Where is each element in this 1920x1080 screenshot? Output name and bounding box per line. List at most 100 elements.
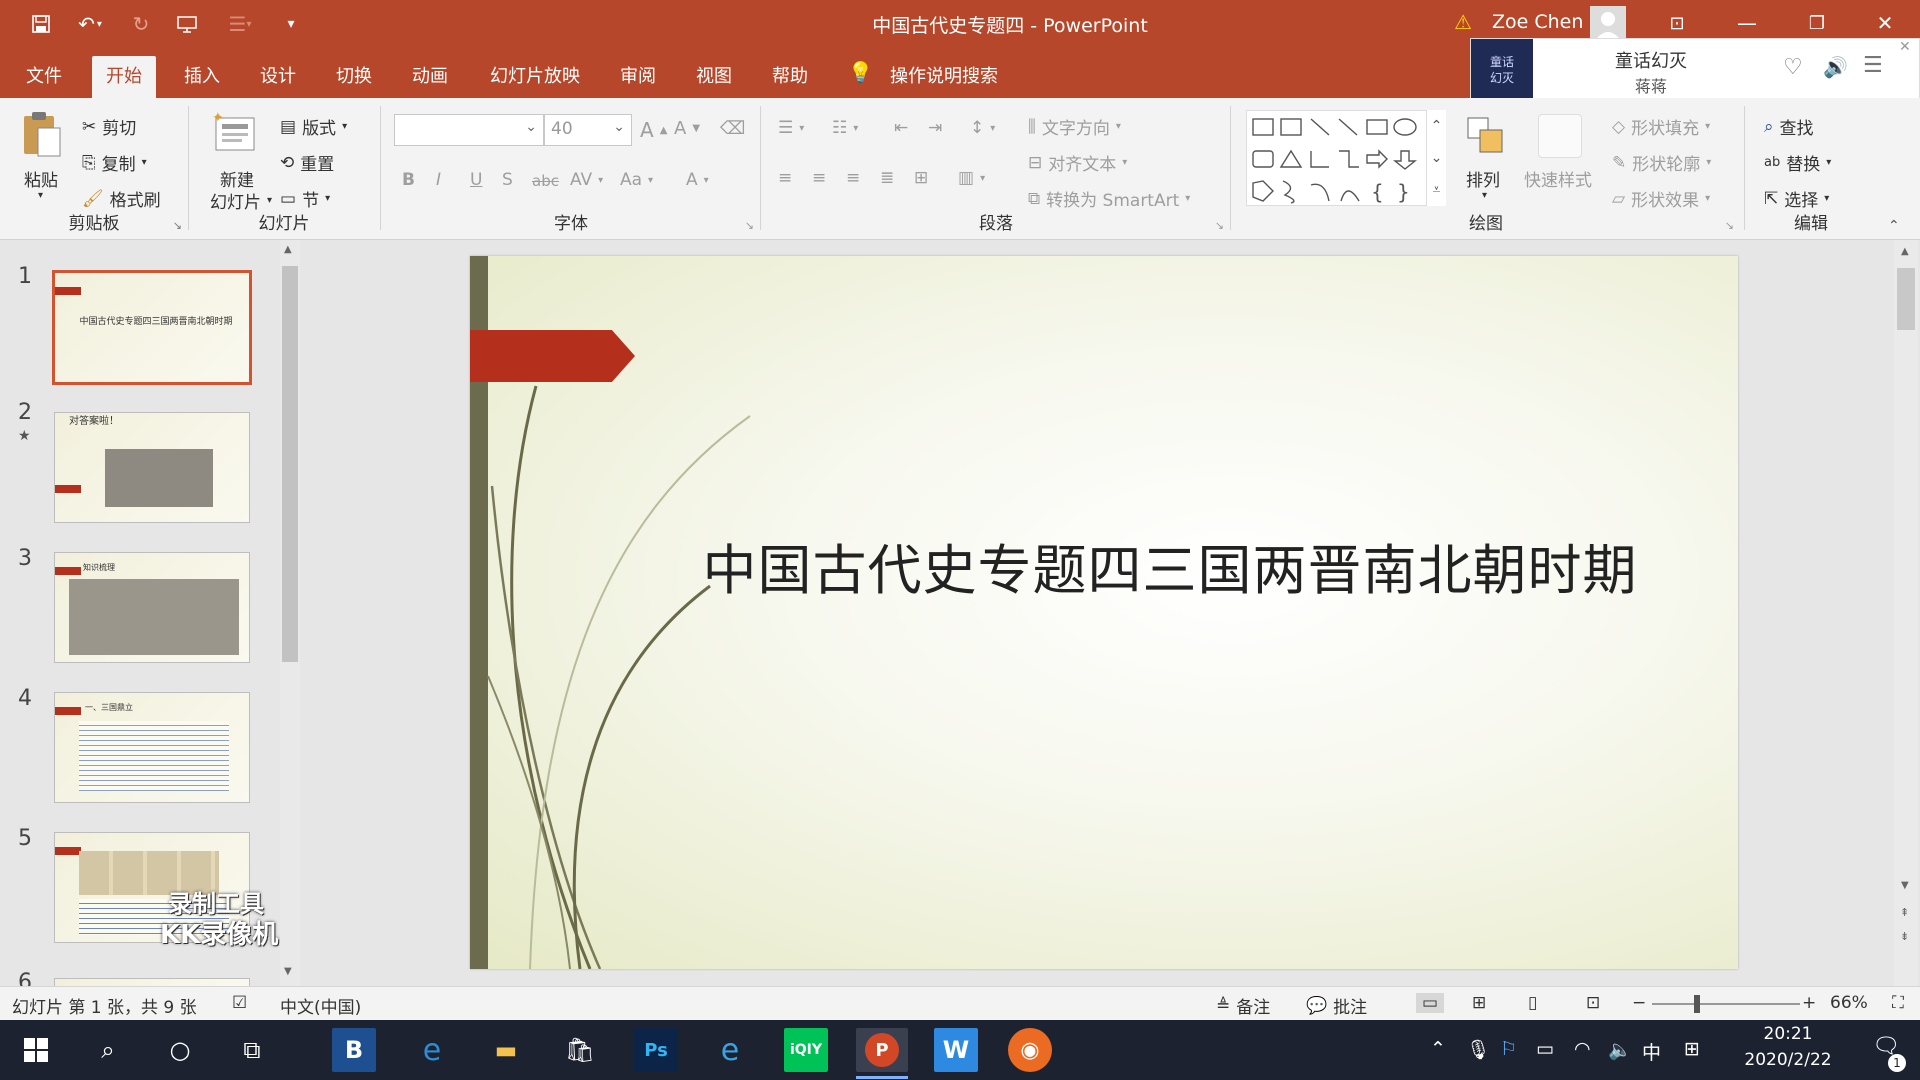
spellcheck-icon[interactable]: ☑ [232,993,247,1013]
thumbnail-slide-1[interactable]: 中国古代史专题四三国两晋南北朝时期 [52,270,252,385]
tab-transitions[interactable]: 切换 [322,56,386,98]
font-size-box[interactable]: 40 ⌄ [544,114,632,146]
undo-icon[interactable]: ↶ ▾ [70,10,110,38]
scroll-up-icon[interactable]: ▲ [284,244,292,255]
microphone-icon[interactable]: 🎙 [1466,1038,1490,1061]
font-color-button[interactable]: A ▾ [686,170,709,190]
shape-outline-button[interactable]: ✎ 形状轮廓 ▾ [1612,150,1711,176]
tab-slideshow[interactable]: 幻灯片放映 [476,56,594,98]
thumbnail-slide-6[interactable] [54,978,250,986]
heart-icon[interactable]: ♡ [1783,55,1803,80]
gallery-more-icon[interactable]: ⩡ [1433,182,1441,198]
font-launcher-icon[interactable]: ↘ [745,219,754,232]
quick-styles-label[interactable]: 快速样式 [1524,166,1592,191]
thumbnail-slide-4[interactable]: 一、三国鼎立 [54,692,250,803]
redo-icon[interactable]: ↻ [126,10,156,38]
smartart-button[interactable]: ⧉ 转换为 SmartArt ▾ [1028,186,1190,212]
tab-help[interactable]: 帮助 [758,56,822,98]
user-name[interactable]: Zoe Chen [1492,11,1583,33]
comments-button[interactable]: 💬 批注 [1306,993,1367,1019]
task-view-icon[interactable]: ⧉ [230,1028,274,1072]
align-left-icon[interactable]: ≡ [778,168,792,188]
select-button[interactable]: ⇱ 选择 ▾ [1764,186,1829,212]
ime-indicator[interactable]: 中 [1642,1038,1661,1065]
bullets-qat-icon[interactable]: ☰ ▾ [218,10,262,38]
bullets-icon[interactable]: ☰ ▾ [778,118,804,138]
line-spacing-icon[interactable]: ↕ ▾ [970,118,995,138]
paste-icon[interactable] [20,110,64,158]
collapse-ribbon-icon[interactable]: ⌃ [1888,218,1900,234]
slide-sorter-icon[interactable]: ⊞ [1472,993,1486,1013]
battery-icon[interactable]: ▭ [1536,1038,1554,1060]
align-text-button[interactable]: ⊟ 对齐文本 ▾ [1028,150,1127,176]
thumbnail-slide-2[interactable]: 对答案啦！ [54,412,250,523]
align-center-icon[interactable]: ≡ [812,168,826,188]
new-slide-icon[interactable]: ✦ [212,110,256,158]
current-slide[interactable]: 中国古代史专题四三国两晋南北朝时期 [470,256,1738,969]
tab-home[interactable]: 开始 [92,56,156,98]
layout-button[interactable]: ▤ 版式 ▾ [280,114,347,140]
notes-button[interactable]: ≜ 备注 [1216,993,1270,1019]
quick-styles-icon[interactable] [1538,114,1582,158]
clock-time[interactable]: 20:21 [1738,1024,1838,1044]
windows-start-icon[interactable] [14,1028,58,1072]
show-hidden-icons[interactable]: ⌃ [1430,1038,1446,1060]
thumbnail-scrollbar[interactable]: ▲ ▼ [280,240,300,986]
arrange-label[interactable]: 排列 [1466,166,1500,191]
scroll-thumb[interactable] [1897,268,1915,330]
paste-dropdown-icon[interactable]: ▾ [38,190,43,201]
reading-view-icon[interactable]: ▯ [1528,993,1537,1013]
bold-button[interactable]: B [402,170,415,190]
find-button[interactable]: ⌕ 查找 [1764,114,1814,140]
cortana-icon[interactable]: ○ [158,1028,202,1072]
italic-button[interactable]: I [436,170,441,190]
close-icon[interactable]: ✕ [1899,39,1911,55]
shape-effects-button[interactable]: ▱ 形状效果 ▾ [1612,186,1710,212]
zoom-slider-thumb[interactable] [1694,995,1700,1013]
customize-qat-icon[interactable]: ▾ [276,10,306,38]
volume-icon[interactable]: 🔊 [1823,55,1848,79]
tab-file[interactable]: 文件 [12,56,76,98]
scroll-thumb[interactable] [282,266,298,662]
zoom-in-button[interactable]: + [1802,993,1816,1013]
normal-view-icon[interactable]: ▭ [1416,993,1445,1013]
shapes-gallery[interactable]: {} [1246,110,1446,206]
slide-title[interactable]: 中国古代史专题四三国两晋南北朝时期 [670,526,1670,605]
playlist-icon[interactable]: ☰ [1863,53,1883,78]
save-icon[interactable] [26,10,56,38]
zoom-out-button[interactable]: − [1632,993,1646,1013]
text-shadow-button[interactable]: S [502,170,513,190]
store-icon[interactable]: 🛍 [558,1028,602,1072]
increase-indent-icon[interactable]: ⇥ [928,118,942,138]
scroll-down-icon[interactable]: ▼ [1901,880,1909,891]
tab-insert[interactable]: 插入 [170,56,234,98]
cut-button[interactable]: ✂ 剪切 [82,114,136,140]
fit-to-window-icon[interactable]: ⛶ [1892,993,1904,1013]
tab-design[interactable]: 设计 [246,56,310,98]
replace-button[interactable]: ab 替换 ▾ [1764,150,1831,175]
shrink-font-icon[interactable]: A ▼ [674,118,700,139]
copy-button[interactable]: ⎘ 复制 ▾ [82,150,147,176]
volume-icon[interactable]: 🔈 [1608,1038,1632,1061]
avatar[interactable] [1590,6,1626,42]
chevron-down-icon[interactable]: ⌄ [613,119,625,135]
format-painter-button[interactable]: 🖌 格式刷 [82,186,161,212]
arrange-icon[interactable] [1464,114,1508,163]
paste-button[interactable]: 粘贴 [24,166,58,191]
reset-button[interactable]: ⟲ 重置 [280,150,334,176]
grow-font-icon[interactable]: A ▲ [640,118,667,142]
start-from-beginning-icon[interactable] [172,10,202,38]
chevron-down-icon[interactable]: ⌄ [1431,150,1443,166]
tab-animations[interactable]: 动画 [398,56,462,98]
distributed-icon[interactable]: ⊞ [914,168,928,188]
clear-formatting-icon[interactable]: ⌫ [720,118,745,139]
previous-slide-icon[interactable]: ⇞ [1900,906,1909,919]
decrease-indent-icon[interactable]: ⇤ [894,118,908,138]
slide-scrollbar[interactable]: ▲ ▼ ⇞ ⇟ [1894,240,1918,986]
zoom-slider[interactable] [1652,995,1800,1013]
change-case-button[interactable]: Aa ▾ [620,170,653,190]
chevron-down-icon[interactable]: ⌄ [525,119,537,135]
next-slide-icon[interactable]: ⇟ [1900,930,1909,943]
slideshow-view-icon[interactable]: ⊡ [1586,993,1600,1013]
numbering-icon[interactable]: ☷ ▾ [832,118,858,138]
